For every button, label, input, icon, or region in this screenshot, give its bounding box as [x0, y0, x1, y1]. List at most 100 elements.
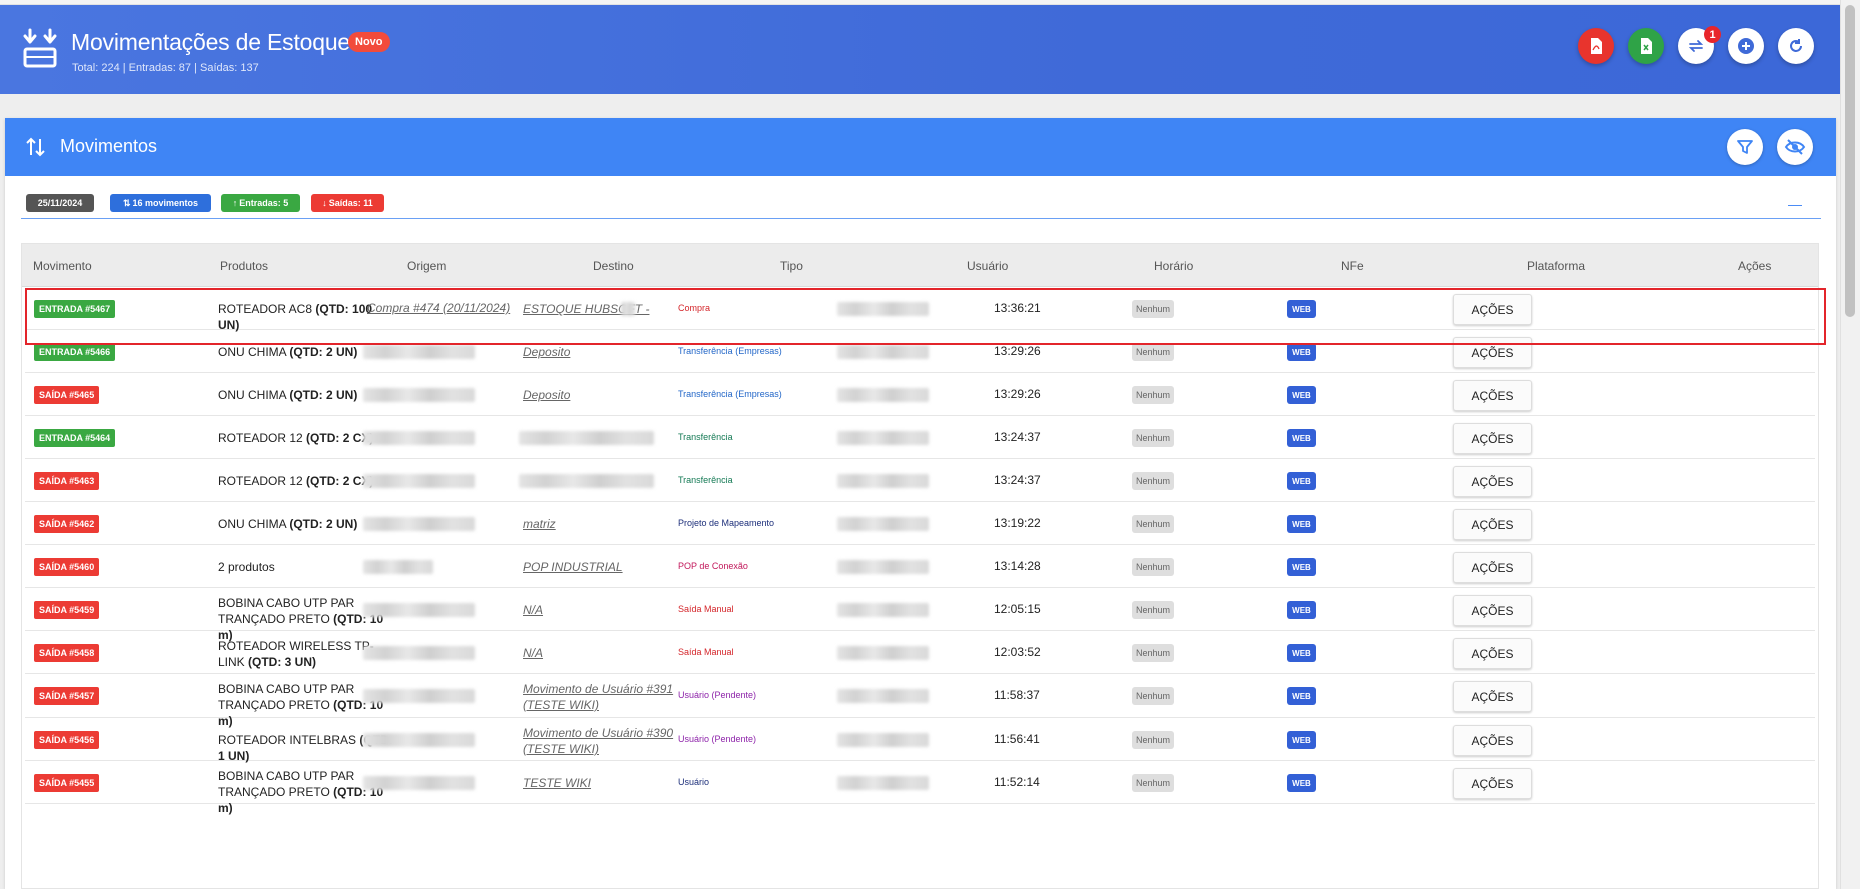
type-label: Usuário (Pendente): [678, 734, 757, 744]
nfe-badge: Nenhum: [1132, 731, 1175, 749]
movement-badge[interactable]: ENTRADA #5467: [34, 300, 116, 318]
filter-button[interactable]: [1727, 129, 1763, 165]
time-cell: 13:24:37: [994, 473, 1041, 487]
excel-icon: [1641, 38, 1652, 54]
platform-badge: WEB: [1287, 558, 1316, 576]
table-header: Movimento Produtos Origem Destino Tipo U…: [22, 244, 1818, 287]
sort-arrows-icon: ⇅: [122, 197, 131, 208]
hide-button[interactable]: [1777, 129, 1813, 165]
user-redacted: [837, 345, 929, 359]
table-row[interactable]: ENTRADA #5464 ROTEADOR 12 (QTD: 2 CX) Tran…: [25, 416, 1815, 459]
table-row[interactable]: SAÍDA #5463 ROTEADOR 12 (QTD: 2 CX) Transf…: [25, 459, 1815, 502]
actions-button[interactable]: AÇÕES: [1453, 638, 1532, 669]
destination-link[interactable]: matriz: [523, 516, 683, 532]
destination-link[interactable]: TESTE WIKI: [523, 775, 683, 791]
product-name: ROTEADOR INTELBRAS: [218, 733, 360, 747]
type-label: Transferência (Empresas): [678, 389, 782, 399]
table-row[interactable]: SAÍDA #5460 2 produtos POP INDUSTRIAL POP d…: [25, 545, 1815, 588]
page-title: Movimentações de Estoque: [71, 29, 351, 55]
time-cell: 13:29:26: [994, 344, 1041, 358]
movement-badge[interactable]: SAÍDA #5458: [34, 644, 100, 662]
movement-badge[interactable]: ENTRADA #5464: [34, 429, 116, 447]
export-pdf-button[interactable]: [1578, 28, 1614, 64]
time-cell: 11:58:37: [994, 688, 1040, 702]
column-header-destino[interactable]: Destino: [593, 259, 634, 273]
column-header-produtos[interactable]: Produtos: [220, 259, 268, 273]
actions-button[interactable]: AÇÕES: [1453, 423, 1532, 454]
origin-redacted: [363, 646, 475, 660]
movement-badge[interactable]: SAÍDA #5460: [34, 558, 100, 576]
product-name: ONU CHIMA: [218, 517, 290, 531]
actions-button[interactable]: AÇÕES: [1453, 509, 1532, 540]
actions-button[interactable]: AÇÕES: [1453, 768, 1532, 799]
platform-badge: WEB: [1287, 774, 1316, 792]
destination-link[interactable]: Movimento de Usuário #391 (TESTE WIKI): [523, 681, 683, 713]
movement-badge[interactable]: SAÍDA #5455: [34, 774, 100, 792]
platform-badge: WEB: [1287, 386, 1316, 404]
column-header-plataforma[interactable]: Plataforma: [1527, 259, 1585, 273]
destination-link[interactable]: ESTOQUE HUBSOFT -: [523, 301, 683, 317]
movement-badge[interactable]: SAÍDA #5459: [34, 601, 100, 619]
actions-button[interactable]: AÇÕES: [1453, 466, 1532, 497]
column-header-movimento[interactable]: Movimento: [33, 259, 92, 273]
export-excel-button[interactable]: [1628, 28, 1664, 64]
product-quantity: (QTD: 3 UN): [248, 655, 317, 669]
collapse-toggle[interactable]: —: [1788, 196, 1802, 212]
table-row[interactable]: SAÍDA #5462 ONU CHIMA (QTD: 2 UN) matriz Pr…: [25, 502, 1815, 545]
add-button[interactable]: [1728, 28, 1764, 64]
movement-badge[interactable]: SAÍDA #5457: [34, 687, 100, 705]
scrollbar-thumb[interactable]: [1845, 5, 1855, 317]
actions-button[interactable]: AÇÕES: [1453, 337, 1532, 368]
table-row[interactable]: SAÍDA #5459 BOBINA CABO UTP PAR TRANÇADO …: [25, 588, 1815, 642]
product-name: 2 produtos: [218, 560, 275, 574]
actions-button[interactable]: AÇÕES: [1453, 681, 1532, 712]
filter-icon: [1737, 140, 1753, 154]
movement-badge[interactable]: SAÍDA #5465: [34, 386, 100, 404]
destination-link[interactable]: POP INDUSTRIAL: [523, 559, 683, 575]
destination-link[interactable]: N/A: [523, 602, 683, 618]
column-header-origem[interactable]: Origem: [407, 259, 446, 273]
nfe-badge: Nenhum: [1132, 429, 1175, 447]
product-quantity: (QTD: 2 UN): [289, 345, 358, 359]
table-row[interactable]: SAÍDA #5455 BOBINA CABO UTP PAR TRANÇADO …: [25, 761, 1815, 815]
stock-movement-icon: [23, 28, 57, 68]
movement-badge[interactable]: SAÍDA #5462: [34, 515, 100, 533]
platform-badge: WEB: [1287, 343, 1316, 361]
destination-link[interactable]: N/A: [523, 645, 683, 661]
card-title: Movimentos: [60, 136, 158, 156]
origin-link[interactable]: Compra #474 (20/11/2024): [367, 301, 510, 315]
actions-button[interactable]: AÇÕES: [1453, 595, 1532, 626]
column-header-tipo[interactable]: Tipo: [780, 259, 803, 273]
table-row[interactable]: ENTRADA #5466 ONU CHIMA (QTD: 2 UN) Deposi…: [25, 330, 1815, 373]
page-header: Movimentações de Estoque Novo Total: 224…: [0, 5, 1840, 94]
table-row[interactable]: SAÍDA #5457 BOBINA CABO UTP PAR TRANÇADO …: [25, 674, 1815, 728]
actions-button[interactable]: AÇÕES: [1453, 294, 1532, 325]
user-redacted: [837, 776, 929, 790]
user-redacted: [837, 646, 929, 660]
actions-button[interactable]: AÇÕES: [1453, 725, 1532, 756]
time-cell: 13:19:22: [994, 516, 1041, 530]
refresh-button[interactable]: [1778, 28, 1814, 64]
column-header-usuario[interactable]: Usuário: [967, 259, 1008, 273]
column-header-horario[interactable]: Horário: [1154, 259, 1193, 273]
saidas-label: Saídas: 11: [328, 198, 373, 208]
destination-link[interactable]: Movimento de Usuário #390 (TESTE WIKI): [523, 725, 683, 757]
destination-link[interactable]: Deposito: [523, 387, 683, 403]
movement-badge[interactable]: SAÍDA #5456: [34, 731, 100, 749]
movement-badge[interactable]: ENTRADA #5466: [34, 343, 116, 361]
card-header: Movimentos: [5, 118, 1836, 176]
actions-button[interactable]: AÇÕES: [1453, 552, 1532, 583]
nfe-badge: Nenhum: [1132, 343, 1175, 361]
destination-link[interactable]: Deposito: [523, 344, 683, 360]
table-row[interactable]: SAÍDA #5456ROTEADOR INTELBRAS (QTD: 1 UN…: [25, 718, 1815, 763]
movement-badge[interactable]: SAÍDA #5463: [34, 472, 100, 490]
page-subtitle: Total: 224 | Entradas: 87 | Saídas: 137: [72, 62, 259, 74]
column-header-nfe[interactable]: NFe: [1341, 259, 1364, 273]
platform-badge: WEB: [1287, 300, 1316, 318]
table-row[interactable]: SAÍDA #5465 ONU CHIMA (QTD: 2 UN) Deposito…: [25, 373, 1815, 416]
actions-button[interactable]: AÇÕES: [1453, 380, 1532, 411]
table-row[interactable]: SAÍDA #5458 ROTEADOR WIRELESS TP-LINK (QT…: [25, 631, 1815, 674]
table-row[interactable]: ENTRADA #5467 ROTEADOR AC8 (QTD: 100 UN) C…: [25, 287, 1815, 332]
product-name: ROTEADOR 12: [218, 431, 307, 445]
user-redacted: [837, 431, 929, 445]
